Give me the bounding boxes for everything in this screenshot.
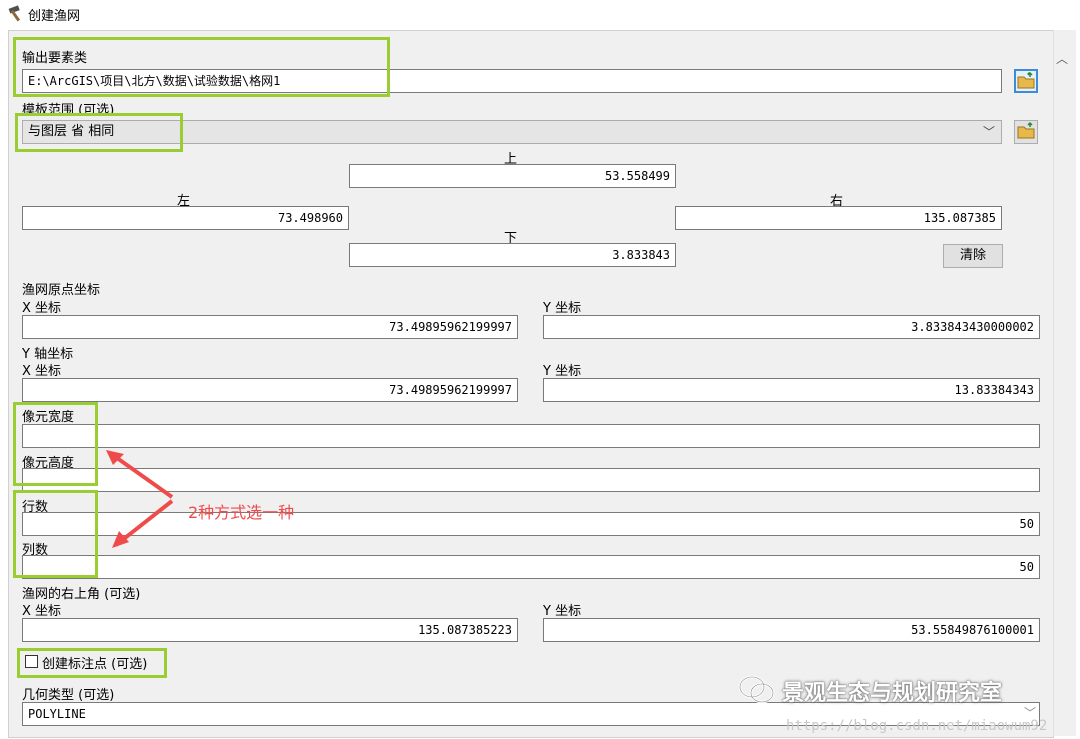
origin-x-label: X 坐标: [22, 301, 62, 316]
extent-right-input[interactable]: 135.087385: [675, 206, 1002, 230]
output-browse-button[interactable]: [1014, 69, 1038, 93]
origin-y-label: Y 坐标: [543, 301, 582, 316]
window-title: 创建渔网: [28, 9, 81, 24]
annotation-arrows: [106, 450, 174, 548]
extent-left-input[interactable]: 73.498960: [22, 206, 349, 230]
annotation-note: 2种方式选一种: [188, 503, 295, 522]
watermark-text: 景观生态与规划研究室: [782, 681, 1003, 706]
wechat-icon: [738, 675, 775, 704]
highlight-output-box: [13, 37, 390, 97]
yaxis-x-label: X 坐标: [22, 364, 62, 379]
yaxis-x-input[interactable]: 73.49895962199997: [22, 378, 518, 402]
scroll-up-icon[interactable]: ︿: [1056, 50, 1068, 67]
hammer-icon: [8, 5, 21, 22]
chevron-down-icon: ﹀: [982, 125, 995, 139]
template-browse-button[interactable]: [1014, 120, 1038, 144]
cols-input[interactable]: 50: [22, 555, 1040, 579]
origin-x-input[interactable]: 73.49895962199997: [22, 315, 518, 339]
highlight-cellsize-box: [13, 402, 98, 486]
yaxis-y-input[interactable]: 13.83384343: [543, 378, 1040, 402]
corner-x-input[interactable]: 135.087385223: [22, 618, 518, 642]
folder-open-icon: [1017, 121, 1035, 139]
clear-button[interactable]: 清除: [943, 244, 1003, 268]
extent-bottom-input[interactable]: 3.833843: [349, 243, 676, 267]
highlight-labelpoints-box: [17, 648, 167, 678]
corner-y-label: Y 坐标: [543, 604, 582, 619]
extent-top-input[interactable]: 53.558499: [349, 164, 676, 188]
title-bar: [0, 0, 1080, 28]
vertical-scrollbar[interactable]: [1053, 30, 1076, 736]
geometry-label: 几何类型 (可选): [22, 688, 115, 703]
yaxis-y-label: Y 坐标: [543, 364, 582, 379]
highlight-rowscols-box: [13, 490, 98, 578]
watermark-url: https://blog.csdn.net/miaowum92: [786, 718, 1048, 734]
geometry-value: POLYLINE: [28, 707, 86, 721]
origin-y-input[interactable]: 3.833843430000002: [543, 315, 1040, 339]
folder-open-icon: [1017, 71, 1035, 89]
highlight-template-box: [15, 113, 183, 152]
corner-y-input[interactable]: 53.55849876100001: [543, 618, 1040, 642]
origin-label: 渔网原点坐标: [22, 283, 101, 298]
corner-x-label: X 坐标: [22, 604, 62, 619]
